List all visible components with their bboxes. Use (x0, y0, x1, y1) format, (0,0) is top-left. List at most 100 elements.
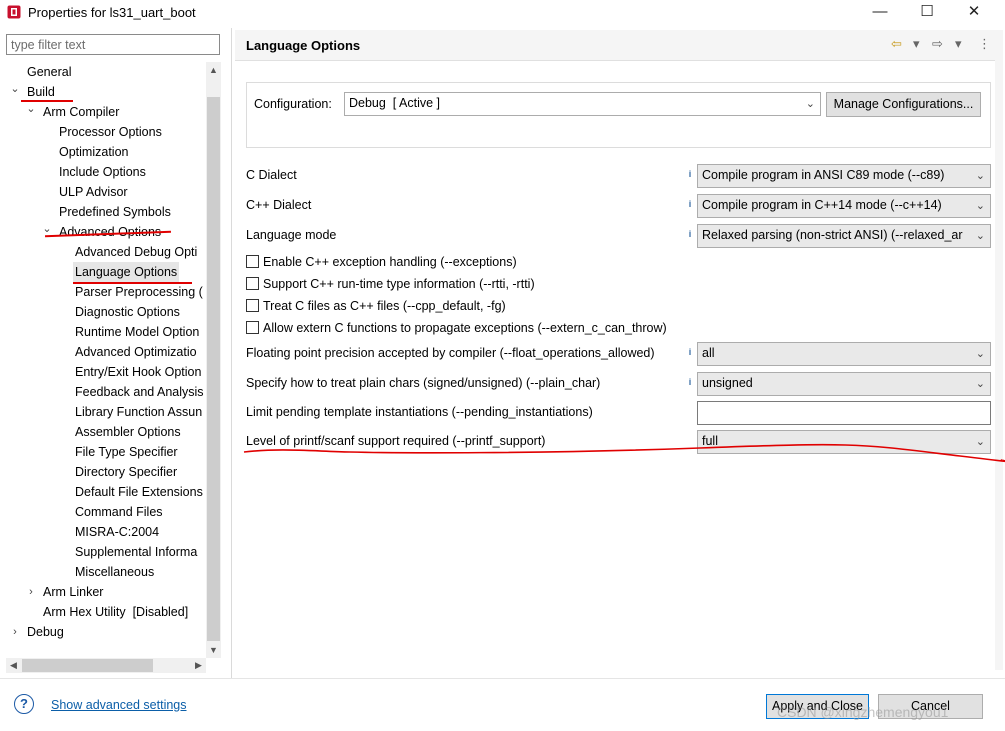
tree-item-label: Predefined Symbols (59, 205, 171, 219)
tree-item-label: Arm Hex Utility [Disabled] (43, 605, 189, 619)
c-dialect-select[interactable]: Compile program in ANSI C89 mode (--c89)… (697, 164, 991, 188)
float-ops-label: Floating point precision accepted by com… (246, 346, 655, 360)
close-button[interactable]: ✕ (951, 0, 997, 25)
c-dialect-label: C Dialect (246, 168, 297, 182)
scroll-left-icon[interactable]: ◀ (6, 658, 21, 673)
cpp-dialect-label: C++ Dialect (246, 198, 312, 212)
tree-item-label: Library Function Assun (75, 405, 203, 419)
checkbox-label: Allow extern C functions to propagate ex… (263, 321, 667, 335)
pending-instantiations-input[interactable] (697, 401, 991, 425)
tree-item-label: Default File Extensions (75, 485, 203, 499)
window-title: Properties for ls31_uart_boot (28, 5, 196, 20)
configuration-label: Configuration: (254, 97, 332, 111)
show-advanced-settings-link[interactable]: Show advanced settings (51, 698, 187, 712)
chevron-right-icon[interactable]: › (25, 582, 37, 602)
chevron-right-icon[interactable]: › (9, 622, 21, 642)
plain-char-label: Specify how to treat plain chars (signed… (246, 376, 601, 390)
chevron-down-icon: ⌄ (975, 378, 985, 390)
float-ops-value: all (702, 346, 715, 360)
c-dialect-value: Compile program in ANSI C89 mode (--c89) (702, 168, 945, 182)
page-title: Language Options (246, 38, 361, 53)
panel-divider[interactable] (231, 28, 232, 678)
page-scrollbar[interactable] (995, 30, 1003, 670)
tree-item-label: Include Options (59, 165, 146, 179)
annotation-underline (243, 443, 1005, 463)
extern-c-throw-checkbox[interactable]: Allow extern C functions to propagate ex… (246, 320, 667, 336)
tree-item-label: Entry/Exit Hook Option (75, 365, 202, 379)
tree-item-label: Parser Preprocessing ( (75, 285, 203, 299)
maximize-button[interactable]: ☐ (904, 0, 950, 25)
tree-item-label: MISRA-C:2004 (75, 525, 160, 539)
checkbox-box[interactable] (246, 321, 259, 334)
info-icon[interactable]: i (686, 169, 694, 181)
plain-char-select[interactable]: unsigned ⌄ (697, 372, 991, 396)
footer-separator (0, 678, 1005, 679)
language-mode-select[interactable]: Relaxed parsing (non-strict ANSI) (--rel… (697, 224, 991, 248)
annotation-underline (21, 100, 73, 102)
annotation-underline (73, 282, 192, 284)
more-options-icon[interactable]: ⋮ (978, 36, 991, 52)
checkbox-label: Treat C files as C++ files (--cpp_defaul… (263, 299, 506, 313)
tree-horizontal-scroll-thumb[interactable] (22, 659, 153, 672)
float-ops-select[interactable]: all ⌄ (697, 342, 991, 366)
chevron-down-icon: ⌄ (975, 230, 985, 242)
cpp-default-checkbox[interactable]: Treat C files as C++ files (--cpp_defaul… (246, 298, 506, 314)
configuration-value: Debug [ Active ] (349, 96, 441, 110)
scroll-up-icon[interactable]: ▲ (206, 63, 221, 78)
language-mode-label: Language mode (246, 228, 337, 242)
scroll-down-icon[interactable]: ▼ (206, 643, 221, 658)
checkbox-label: Enable C++ exception handling (--excepti… (263, 255, 517, 269)
properties-tree: General ⌄ Build ⌄ Arm Compiler Processor… (6, 60, 206, 658)
tree-item-label: Arm Linker (43, 585, 104, 599)
forward-menu-icon[interactable]: ▾ (955, 36, 962, 52)
tree-item-label: Debug (27, 625, 64, 639)
back-menu-icon[interactable]: ▾ (913, 36, 920, 52)
checkbox-box[interactable] (246, 277, 259, 290)
cpp-dialect-value: Compile program in C++14 mode (--c++14) (702, 198, 942, 212)
chevron-down-icon[interactable]: ⌄ (25, 99, 37, 119)
tree-item-label: Feedback and Analysis (75, 385, 204, 399)
info-icon[interactable]: i (686, 199, 694, 211)
tree-item-label: Optimization (59, 145, 129, 159)
tree-item-label: Advanced Debug Opti (75, 245, 198, 259)
tree-item-label: Assembler Options (75, 425, 181, 439)
cpp-dialect-select[interactable]: Compile program in C++14 mode (--c++14) … (697, 194, 991, 218)
checkbox-box[interactable] (246, 255, 259, 268)
checkbox-label: Support C++ run-time type information (-… (263, 277, 535, 291)
chevron-down-icon: ⌄ (805, 98, 815, 110)
exceptions-checkbox[interactable]: Enable C++ exception handling (--excepti… (246, 254, 517, 270)
tree-item-label: File Type Specifier (75, 445, 178, 459)
tree-vertical-scroll-thumb[interactable] (207, 97, 220, 641)
language-mode-value: Relaxed parsing (non-strict ANSI) (--rel… (702, 228, 963, 242)
minimize-button[interactable]: — (857, 0, 903, 25)
scroll-right-icon[interactable]: ▶ (191, 658, 206, 673)
tree-item-label: Runtime Model Option (75, 325, 200, 339)
back-arrow-icon[interactable]: ⇦ (891, 36, 902, 52)
tree-item-label: Miscellaneous (75, 565, 155, 579)
forward-arrow-icon[interactable]: ⇨ (932, 36, 943, 52)
plain-char-value: unsigned (702, 376, 753, 390)
pending-instantiations-label: Limit pending template instantiations (-… (246, 405, 593, 419)
chevron-down-icon[interactable]: ⌄ (9, 79, 21, 99)
tree-item-label: Supplemental Informa (75, 545, 198, 559)
help-icon[interactable]: ? (14, 694, 34, 714)
info-icon[interactable]: i (686, 347, 694, 359)
app-icon (7, 5, 21, 19)
checkbox-box[interactable] (246, 299, 259, 312)
tree-item-label: Command Files (75, 505, 163, 519)
info-icon[interactable]: i (686, 229, 694, 241)
watermark: CSDN @xingzhemengyou1 (777, 704, 949, 720)
chevron-down-icon: ⌄ (975, 200, 985, 212)
filter-input[interactable] (6, 34, 220, 55)
tree-item-label: Language Options (73, 262, 180, 282)
chevron-down-icon: ⌄ (975, 348, 985, 360)
tree-item-label: General (27, 65, 72, 79)
tree-item-label: Directory Specifier (75, 465, 178, 479)
manage-configurations-button[interactable]: Manage Configurations... (826, 92, 981, 117)
rtti-checkbox[interactable]: Support C++ run-time type information (-… (246, 276, 535, 292)
info-icon[interactable]: i (686, 377, 694, 389)
tree-item-label: Diagnostic Options (75, 305, 180, 319)
tree-item-label: ULP Advisor (59, 185, 128, 199)
tree-item-label: Processor Options (59, 125, 162, 139)
chevron-down-icon: ⌄ (975, 170, 985, 182)
